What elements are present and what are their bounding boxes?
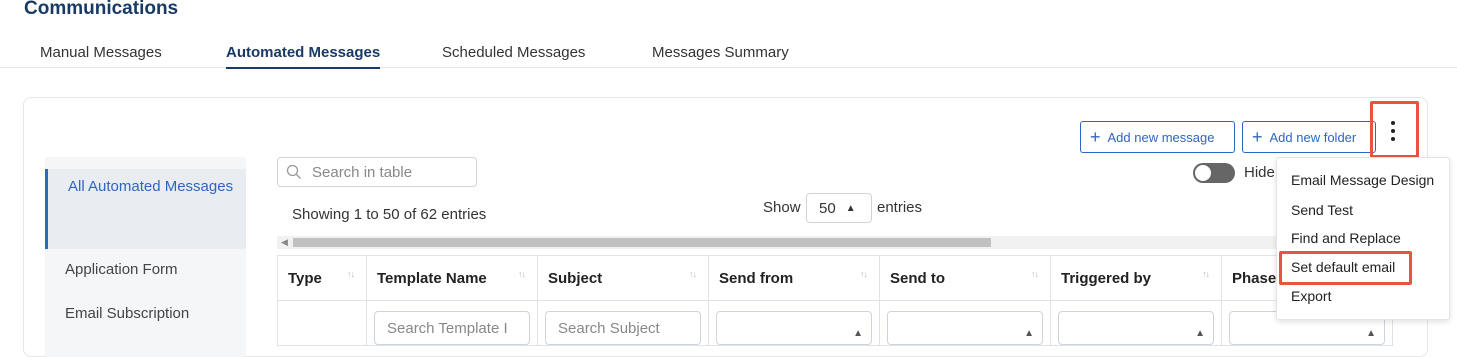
column-title: Subject — [548, 269, 603, 287]
show-label: Show — [763, 199, 801, 216]
column-title: Triggered by — [1061, 269, 1152, 287]
hide-label: Hide — [1244, 164, 1275, 181]
add-new-message-button[interactable]: + Add new message — [1080, 121, 1235, 153]
sidebar-item-label: All Automated Messages — [68, 178, 234, 195]
scrollbar-thumb[interactable] — [293, 238, 991, 247]
page-title: Communications — [24, 0, 179, 19]
entries-select-value: 50 — [819, 199, 836, 217]
column-title: Template Name — [377, 269, 487, 287]
menu-item-find-and-replace[interactable]: Find and Replace — [1291, 230, 1401, 246]
menu-item-email-message-design[interactable]: Email Message Design — [1291, 172, 1434, 188]
column-title: Send to — [890, 269, 945, 287]
column-title: Phase — [1232, 269, 1277, 287]
filter-cell-send-from: ▲ — [708, 300, 880, 346]
column-header-send-to[interactable]: Send to ↑↓ — [879, 255, 1051, 301]
sidebar-item-application-form[interactable]: Application Form — [65, 261, 178, 278]
sidebar-item-email-subscription[interactable]: Email Subscription — [65, 305, 189, 322]
filter-cell-send-to: ▲ — [879, 300, 1051, 346]
table-header-row: Type ↑↓ Template Name ↑↓ Subject ↑↓ Send fr… — [277, 255, 1393, 301]
sort-icon[interactable]: ↑↓ — [860, 269, 868, 279]
plus-icon: + — [1252, 127, 1263, 147]
sort-icon[interactable]: ↑↓ — [1202, 269, 1210, 279]
sort-icon[interactable]: ↑↓ — [347, 269, 355, 279]
tab-scheduled-messages[interactable]: Scheduled Messages — [442, 44, 585, 61]
table-search — [277, 157, 477, 187]
horizontal-scrollbar[interactable]: ◀ — [277, 236, 1397, 249]
tab-manual-messages[interactable]: Manual Messages — [40, 44, 162, 61]
filter-cell-subject: Search Subject — [537, 300, 709, 346]
search-icon — [286, 164, 301, 179]
hide-toggle[interactable] — [1193, 163, 1235, 183]
menu-item-send-test[interactable]: Send Test — [1291, 202, 1353, 218]
sort-icon[interactable]: ↑↓ — [518, 269, 526, 279]
tab-automated-messages[interactable]: Automated Messages — [226, 44, 381, 69]
send-to-filter-select[interactable]: ▲ — [887, 311, 1043, 345]
highlight-box — [1370, 101, 1419, 158]
entries-info: Showing 1 to 50 of 62 entries — [292, 206, 487, 223]
add-new-folder-button[interactable]: + Add new folder — [1242, 121, 1376, 153]
template-name-filter-input[interactable]: Search Template I — [374, 311, 530, 345]
entries-per-page-select[interactable]: 50 ▲︎ — [806, 193, 872, 223]
tab-messages-summary[interactable]: Messages Summary — [652, 44, 789, 61]
tab-bar: Manual Messages Automated Messages Sched… — [0, 40, 1457, 69]
menu-item-export[interactable]: Export — [1291, 288, 1331, 304]
search-input[interactable] — [312, 163, 472, 181]
messages-table: Type ↑↓ Template Name ↑↓ Subject ↑↓ Send fr… — [277, 255, 1393, 346]
plus-icon: + — [1090, 127, 1101, 147]
column-header-triggered-by[interactable]: Triggered by ↑↓ — [1050, 255, 1222, 301]
sidebar-item-all-automated-messages[interactable]: All Automated Messages — [45, 169, 246, 249]
column-header-send-from[interactable]: Send from ↑↓ — [708, 255, 880, 301]
column-title: Type — [288, 269, 322, 287]
filter-cell-template-name: Search Template I — [366, 300, 538, 346]
filter-cell-type — [277, 300, 367, 346]
scroll-left-arrow-icon[interactable]: ◀ — [281, 236, 288, 249]
add-new-message-label: Add new message — [1107, 129, 1215, 145]
column-header-type[interactable]: Type ↑↓ — [277, 255, 367, 301]
add-new-folder-label: Add new folder — [1269, 129, 1357, 145]
sort-icon[interactable]: ↑↓ — [689, 269, 697, 279]
subject-filter-input[interactable]: Search Subject — [545, 311, 701, 345]
triggered-by-filter-select[interactable]: ▲ — [1058, 311, 1214, 345]
column-title: Send from — [719, 269, 794, 287]
entries-label: entries — [877, 199, 923, 216]
column-header-subject[interactable]: Subject ↑↓ — [537, 255, 709, 301]
filter-cell-triggered-by: ▲ — [1050, 300, 1222, 346]
send-from-filter-select[interactable]: ▲ — [716, 311, 872, 345]
filter-row: Search Template I Search Subject ▲ ▲ ▲ ▲ — [277, 300, 1393, 346]
column-header-template-name[interactable]: Template Name ↑↓ — [366, 255, 538, 301]
folder-sidebar: All Automated Messages Application Form … — [45, 157, 246, 357]
sort-icon[interactable]: ↑↓ — [1031, 269, 1039, 279]
more-options-menu: Email Message Design Send Test Find and … — [1276, 157, 1450, 320]
updown-chevron-icon: ▲︎ — [845, 202, 856, 214]
highlight-box — [1279, 251, 1412, 285]
